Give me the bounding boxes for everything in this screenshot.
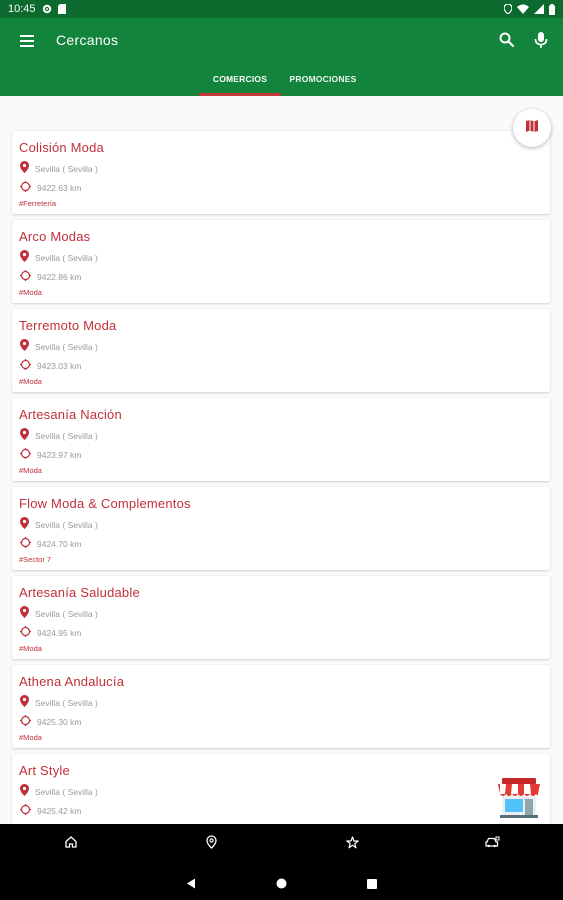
list-item[interactable]: Terremoto Moda Sevilla ( Sevilla ) 9423.… (12, 309, 550, 392)
sd-card-icon (57, 4, 66, 14)
map-icon (525, 119, 539, 138)
status-time: 10:45 (8, 3, 36, 15)
location-pin-icon (20, 516, 29, 534)
home-icon[interactable] (63, 834, 79, 850)
search-icon[interactable] (497, 30, 517, 50)
target-icon (20, 179, 31, 197)
hamburger-icon[interactable] (16, 30, 38, 52)
location-pin-icon (20, 338, 29, 356)
shop-distance: 9422.63 km (37, 183, 82, 193)
location-pin-icon (20, 605, 29, 623)
shop-distance: 9423.03 km (37, 361, 82, 371)
target-icon (20, 624, 31, 642)
shop-tag: #Moda (19, 733, 42, 742)
location-pin-icon (20, 249, 29, 267)
shop-name: Artesanía Nación (19, 407, 122, 422)
target-icon (20, 802, 31, 820)
tab-promociones[interactable]: PROMOCIONES (284, 74, 362, 96)
home-system-icon[interactable] (276, 876, 287, 894)
star-icon[interactable] (344, 834, 360, 850)
list-item[interactable]: Artesanía Nación Sevilla ( Sevilla ) 942… (12, 398, 550, 481)
shop-distance: 9422.86 km (37, 272, 82, 282)
location-pin-icon (20, 160, 29, 178)
shop-tag: #Ferretería (19, 199, 57, 208)
battery-icon (549, 3, 555, 15)
shop-location: Sevilla ( Sevilla ) (35, 609, 98, 619)
place-icon[interactable] (203, 834, 219, 850)
wifi-icon (517, 4, 529, 14)
mic-icon[interactable] (531, 30, 551, 50)
target-icon (20, 446, 31, 464)
shop-name: Arco Modas (19, 229, 91, 244)
shop-name: Flow Moda & Complementos (19, 496, 191, 511)
tab-bar: COMERCIOS PROMOCIONES (0, 70, 563, 96)
shop-location: Sevilla ( Sevilla ) (35, 164, 98, 174)
shop-location: Sevilla ( Sevilla ) (35, 342, 98, 352)
location-status-icon (504, 4, 512, 14)
shop-tag: #Sector 7 (19, 555, 52, 564)
shop-tag: #Moda (19, 644, 42, 653)
car-icon[interactable] (484, 834, 500, 850)
list-item[interactable]: Art Style Sevilla ( Sevilla ) 9425.42 km (12, 754, 550, 824)
shop-distance: 9424.95 km (37, 628, 82, 638)
list-item[interactable]: Flow Moda & Complementos Sevilla ( Sevil… (12, 487, 550, 570)
signal-icon (534, 4, 544, 14)
list-item[interactable]: Arco Modas Sevilla ( Sevilla ) 9422.86 k… (12, 220, 550, 303)
settings-icon (42, 4, 52, 14)
shop-name: Artesanía Saludable (19, 585, 140, 600)
shop-distance: 9423.97 km (37, 450, 82, 460)
store-button[interactable] (494, 772, 544, 822)
shop-location: Sevilla ( Sevilla ) (35, 520, 98, 530)
location-pin-icon (20, 694, 29, 712)
shop-location: Sevilla ( Sevilla ) (35, 253, 98, 263)
target-icon (20, 268, 31, 286)
status-bar: 10:45 (0, 0, 563, 18)
shop-tag: #Moda (19, 377, 42, 386)
system-nav-bar (0, 860, 563, 900)
location-pin-icon (20, 427, 29, 445)
list-item[interactable]: Artesanía Saludable Sevilla ( Sevilla ) … (12, 576, 550, 659)
shop-name: Colisión Moda (19, 140, 104, 155)
shop-tag: #Moda (19, 466, 42, 475)
shop-location: Sevilla ( Sevilla ) (35, 431, 98, 441)
page-title: Cercanos (56, 32, 119, 48)
shop-list: Colisión Moda Sevilla ( Sevilla ) 9422.6… (0, 96, 563, 824)
list-item[interactable]: Colisión Moda Sevilla ( Sevilla ) 9422.6… (12, 131, 550, 214)
list-item[interactable]: Athena Andalucía Sevilla ( Sevilla ) 942… (12, 665, 550, 748)
target-icon (20, 713, 31, 731)
shop-tag: #Moda (19, 288, 42, 297)
recents-icon[interactable] (367, 876, 377, 894)
bottom-nav (0, 824, 563, 860)
shop-distance: 9425.42 km (37, 806, 82, 816)
app-bar: Cercanos COMERCIOS PROMOCIONES (0, 18, 563, 96)
location-pin-icon (20, 783, 29, 801)
shop-distance: 9424.70 km (37, 539, 82, 549)
shop-location: Sevilla ( Sevilla ) (35, 698, 98, 708)
shop-location: Sevilla ( Sevilla ) (35, 787, 98, 797)
target-icon (20, 535, 31, 553)
shop-distance: 9425.30 km (37, 717, 82, 727)
shop-name: Terremoto Moda (19, 318, 117, 333)
shop-name: Art Style (19, 763, 70, 778)
shop-name: Athena Andalucía (19, 674, 125, 689)
target-icon (20, 357, 31, 375)
back-icon[interactable] (186, 876, 196, 894)
map-button[interactable] (513, 109, 551, 147)
